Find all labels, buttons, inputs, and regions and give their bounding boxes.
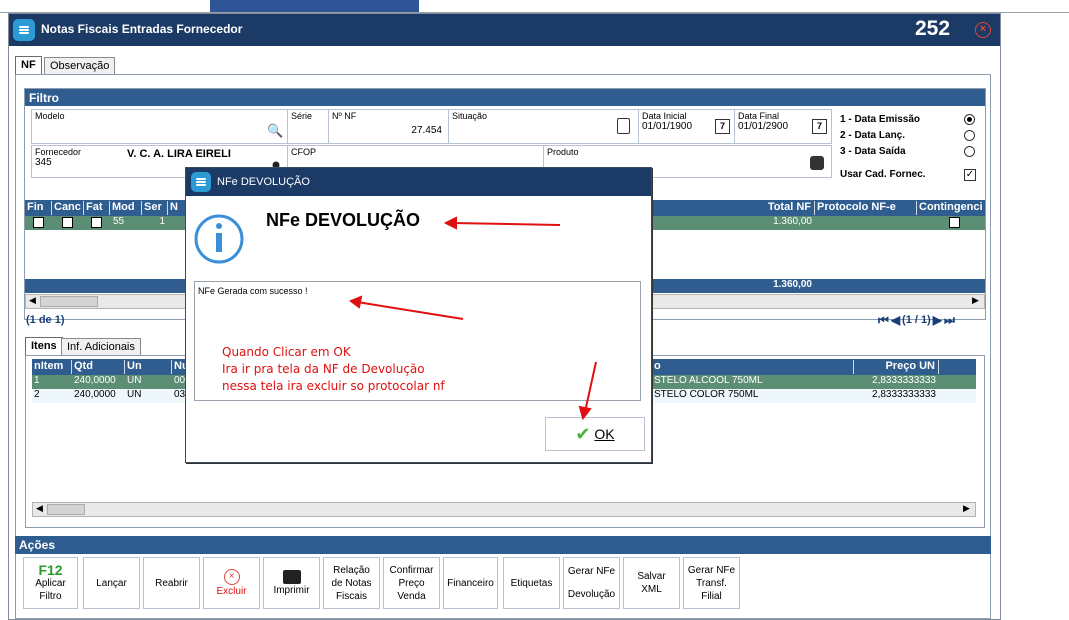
annotation-arrows [348, 216, 597, 421]
arrow-to-ok [584, 361, 597, 413]
arrowhead [348, 295, 363, 309]
arrowhead [578, 405, 592, 421]
arrowhead [443, 216, 457, 230]
arrow-to-message [356, 301, 464, 320]
arrow-to-heading [451, 222, 561, 226]
